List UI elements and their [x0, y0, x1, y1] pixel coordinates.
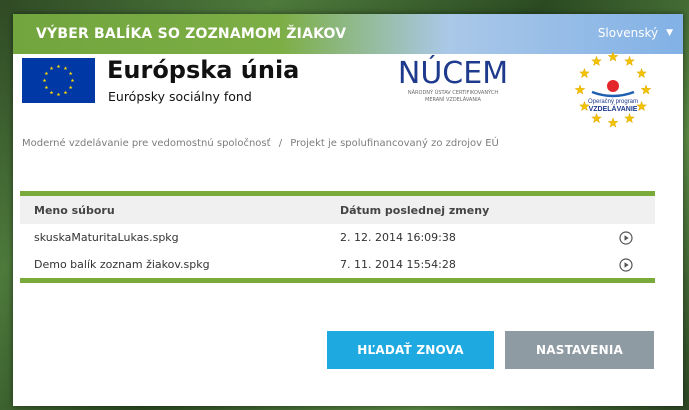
nucem-name: NÚCEM: [397, 56, 509, 91]
eu-subtitle: Európsky sociálny fond: [108, 89, 252, 104]
dialog-titlebar: VÝBER BALÍKA SO ZOZNAMOM ŽIAKOV Slovensk…: [13, 14, 683, 54]
dialog-title: VÝBER BALÍKA SO ZOZNAMOM ŽIAKOV: [36, 26, 347, 42]
eu-title: Európska únia: [107, 56, 300, 84]
breadcrumb-separator: /: [278, 138, 283, 149]
settings-button[interactable]: NASTAVENIA: [505, 331, 654, 369]
op-vzdelavanie-logo: Operačný program VZDELÁVANIE: [572, 51, 654, 134]
file-date: 7. 11. 2014 15:54:28: [340, 258, 456, 271]
op-star-icon: [636, 67, 648, 79]
file-date: 2. 12. 2014 16:09:38: [340, 231, 456, 244]
op-star-icon: [624, 112, 635, 124]
op-star-icon: [578, 67, 590, 79]
search-again-button[interactable]: HĽADAŤ ZNOVA: [327, 331, 494, 369]
op-star-icon: [574, 84, 586, 95]
nucem-line2: MERANÍ VZDELÁVANIA: [425, 97, 481, 103]
table-row[interactable]: skuskaMaturitaLukas.spkg 2. 12. 2014 16:…: [20, 224, 655, 251]
language-label: Slovenský: [597, 26, 659, 40]
op-star-icon: [591, 55, 602, 67]
table-header: Meno súboru Dátum poslednej zmeny: [20, 196, 655, 224]
package-table: Meno súboru Dátum poslednej zmeny skuska…: [20, 191, 655, 283]
chevron-down-icon: ▼: [666, 28, 673, 38]
breadcrumb-item: Projekt je spolufinancovaný zo zdrojov E…: [290, 138, 499, 149]
column-header-date: Dátum poslednej zmeny: [340, 203, 490, 217]
file-name: Demo balík zoznam žiakov.spkg: [34, 258, 210, 271]
nucem-logo: NÚCEM NÁRODNÝ ÚSTAV CERTIFIKOVANÝCH MERA…: [393, 58, 513, 114]
breadcrumb-item: Moderné vzdelávanie pre vedomostnú spolo…: [22, 138, 271, 149]
play-circle-icon[interactable]: [619, 230, 633, 245]
op-line1: Operačný program: [588, 99, 638, 105]
play-circle-icon[interactable]: [619, 257, 633, 272]
op-line2: VZDELÁVANIE: [589, 104, 638, 113]
breadcrumb: Moderné vzdelávanie pre vedomostnú spolo…: [22, 138, 499, 149]
op-star-icon: [624, 55, 635, 67]
op-star-icon: [591, 112, 602, 124]
table-row[interactable]: Demo balík zoznam žiakov.spkg 7. 11. 201…: [20, 251, 655, 278]
op-star-icon: [607, 117, 619, 128]
eu-flag-logo: [22, 58, 95, 103]
op-star-icon: [640, 84, 652, 95]
op-star-icon: [636, 100, 648, 112]
nucem-line1: NÁRODNÝ ÚSTAV CERTIFIKOVANÝCH: [407, 90, 499, 96]
file-name: skuskaMaturitaLukas.spkg: [34, 231, 179, 244]
language-selector[interactable]: Slovenský ▼: [598, 26, 673, 40]
table-bottom-divider: [20, 278, 655, 283]
op-star-icon: [607, 51, 619, 62]
column-header-name: Meno súboru: [34, 203, 115, 217]
